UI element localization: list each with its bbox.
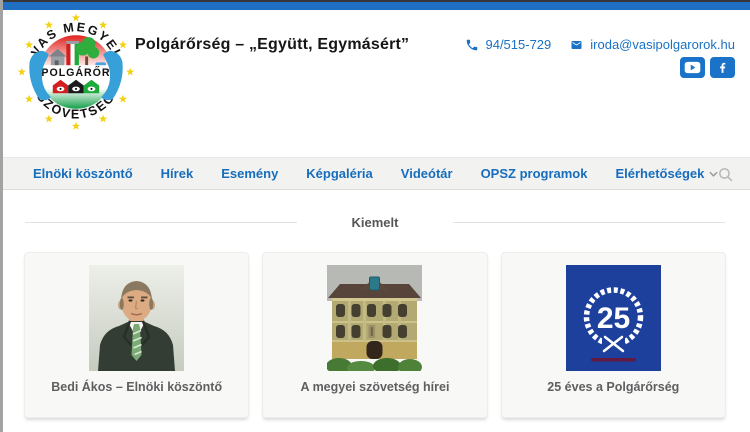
envelope-icon [571,40,582,49]
nav-label: Esemény [221,166,279,181]
search-icon [719,168,733,182]
wreath-number: 25 [597,302,630,335]
card-elnoki-koszonto[interactable]: Bedi Ákos – Elnöki köszöntő [24,252,250,418]
card-thumbnail: 25 [565,265,661,371]
nav-item-elnoki-koszonto[interactable]: Elnöki köszöntő [19,166,147,181]
divider-line [453,222,725,223]
section-heading-kiemelt: Kiemelt [25,215,725,230]
section-title: Kiemelt [351,215,399,230]
phone-icon [467,39,478,50]
nav-label: OPSZ programok [480,166,588,181]
civil-guard-emblem-icon: VAS MEGYEI SZÖVETSÉG POLGÁRŐR [17,13,135,131]
email-link[interactable]: iroda@vasipolgarorok.hu [569,37,735,52]
nav-item-kepgaleria[interactable]: Képgaléria [292,166,386,181]
search-button[interactable] [717,166,734,188]
header-contact: 94/515-729 iroda@vasipolgarorok.hu [465,37,735,52]
window-left-edge [0,0,3,432]
youtube-icon [684,61,701,74]
social-links [680,57,735,78]
anniversary-wreath-graphic: 25 [565,265,661,371]
nav-label: Elnöki köszöntő [33,166,133,181]
card-caption: A megyei szövetség hírei [300,380,450,394]
card-caption: 25 éves a Polgárőrség [547,380,680,394]
facebook-button[interactable] [710,57,735,78]
county-hall-photo [327,265,423,371]
nav-item-esemeny[interactable]: Esemény [207,166,292,181]
nav-label: Videótár [400,166,453,181]
card-megyei-hirek[interactable]: A megyei szövetség hírei [262,252,488,418]
logo-band-text: POLGÁRŐR [41,66,110,79]
card-thumbnail [327,265,423,371]
card-caption: Bedi Ákos – Elnöki köszöntő [51,380,223,394]
nav-item-hirek[interactable]: Hírek [147,166,208,181]
site-title: Polgárőrség – „Együtt, Egymásért” [135,36,410,53]
card-25-eves[interactable]: 25 25 éves a Polgárőrség [500,252,726,418]
card-thumbnail [89,265,185,371]
email-address: iroda@vasipolgarorok.hu [590,37,735,52]
portrait-photo [89,265,185,371]
top-accent-bar [3,2,750,10]
nav-label: Elérhetőségek [615,166,705,181]
phone-link[interactable]: 94/515-729 [465,37,551,52]
page: VAS MEGYEI SZÖVETSÉG POLGÁRŐR [0,0,750,432]
phone-number: 94/515-729 [485,37,552,52]
youtube-button[interactable] [680,57,705,78]
nav-item-opsz-programok[interactable]: OPSZ programok [467,166,602,181]
featured-cards: Bedi Ákos – Elnöki köszöntő A megyei szö… [24,252,726,418]
divider-line [25,222,297,223]
nav-label: Hírek [160,166,194,181]
nav-item-elerhetosegek[interactable]: Elérhetőségek [601,166,732,181]
main-nav: Elnöki köszöntő Hírek Esemény Képgaléria… [3,157,750,190]
site-logo[interactable]: VAS MEGYEI SZÖVETSÉG POLGÁRŐR [16,12,136,132]
nav-label: Képgaléria [306,166,373,181]
facebook-icon [720,62,726,73]
nav-item-videotar[interactable]: Videótár [387,166,467,181]
